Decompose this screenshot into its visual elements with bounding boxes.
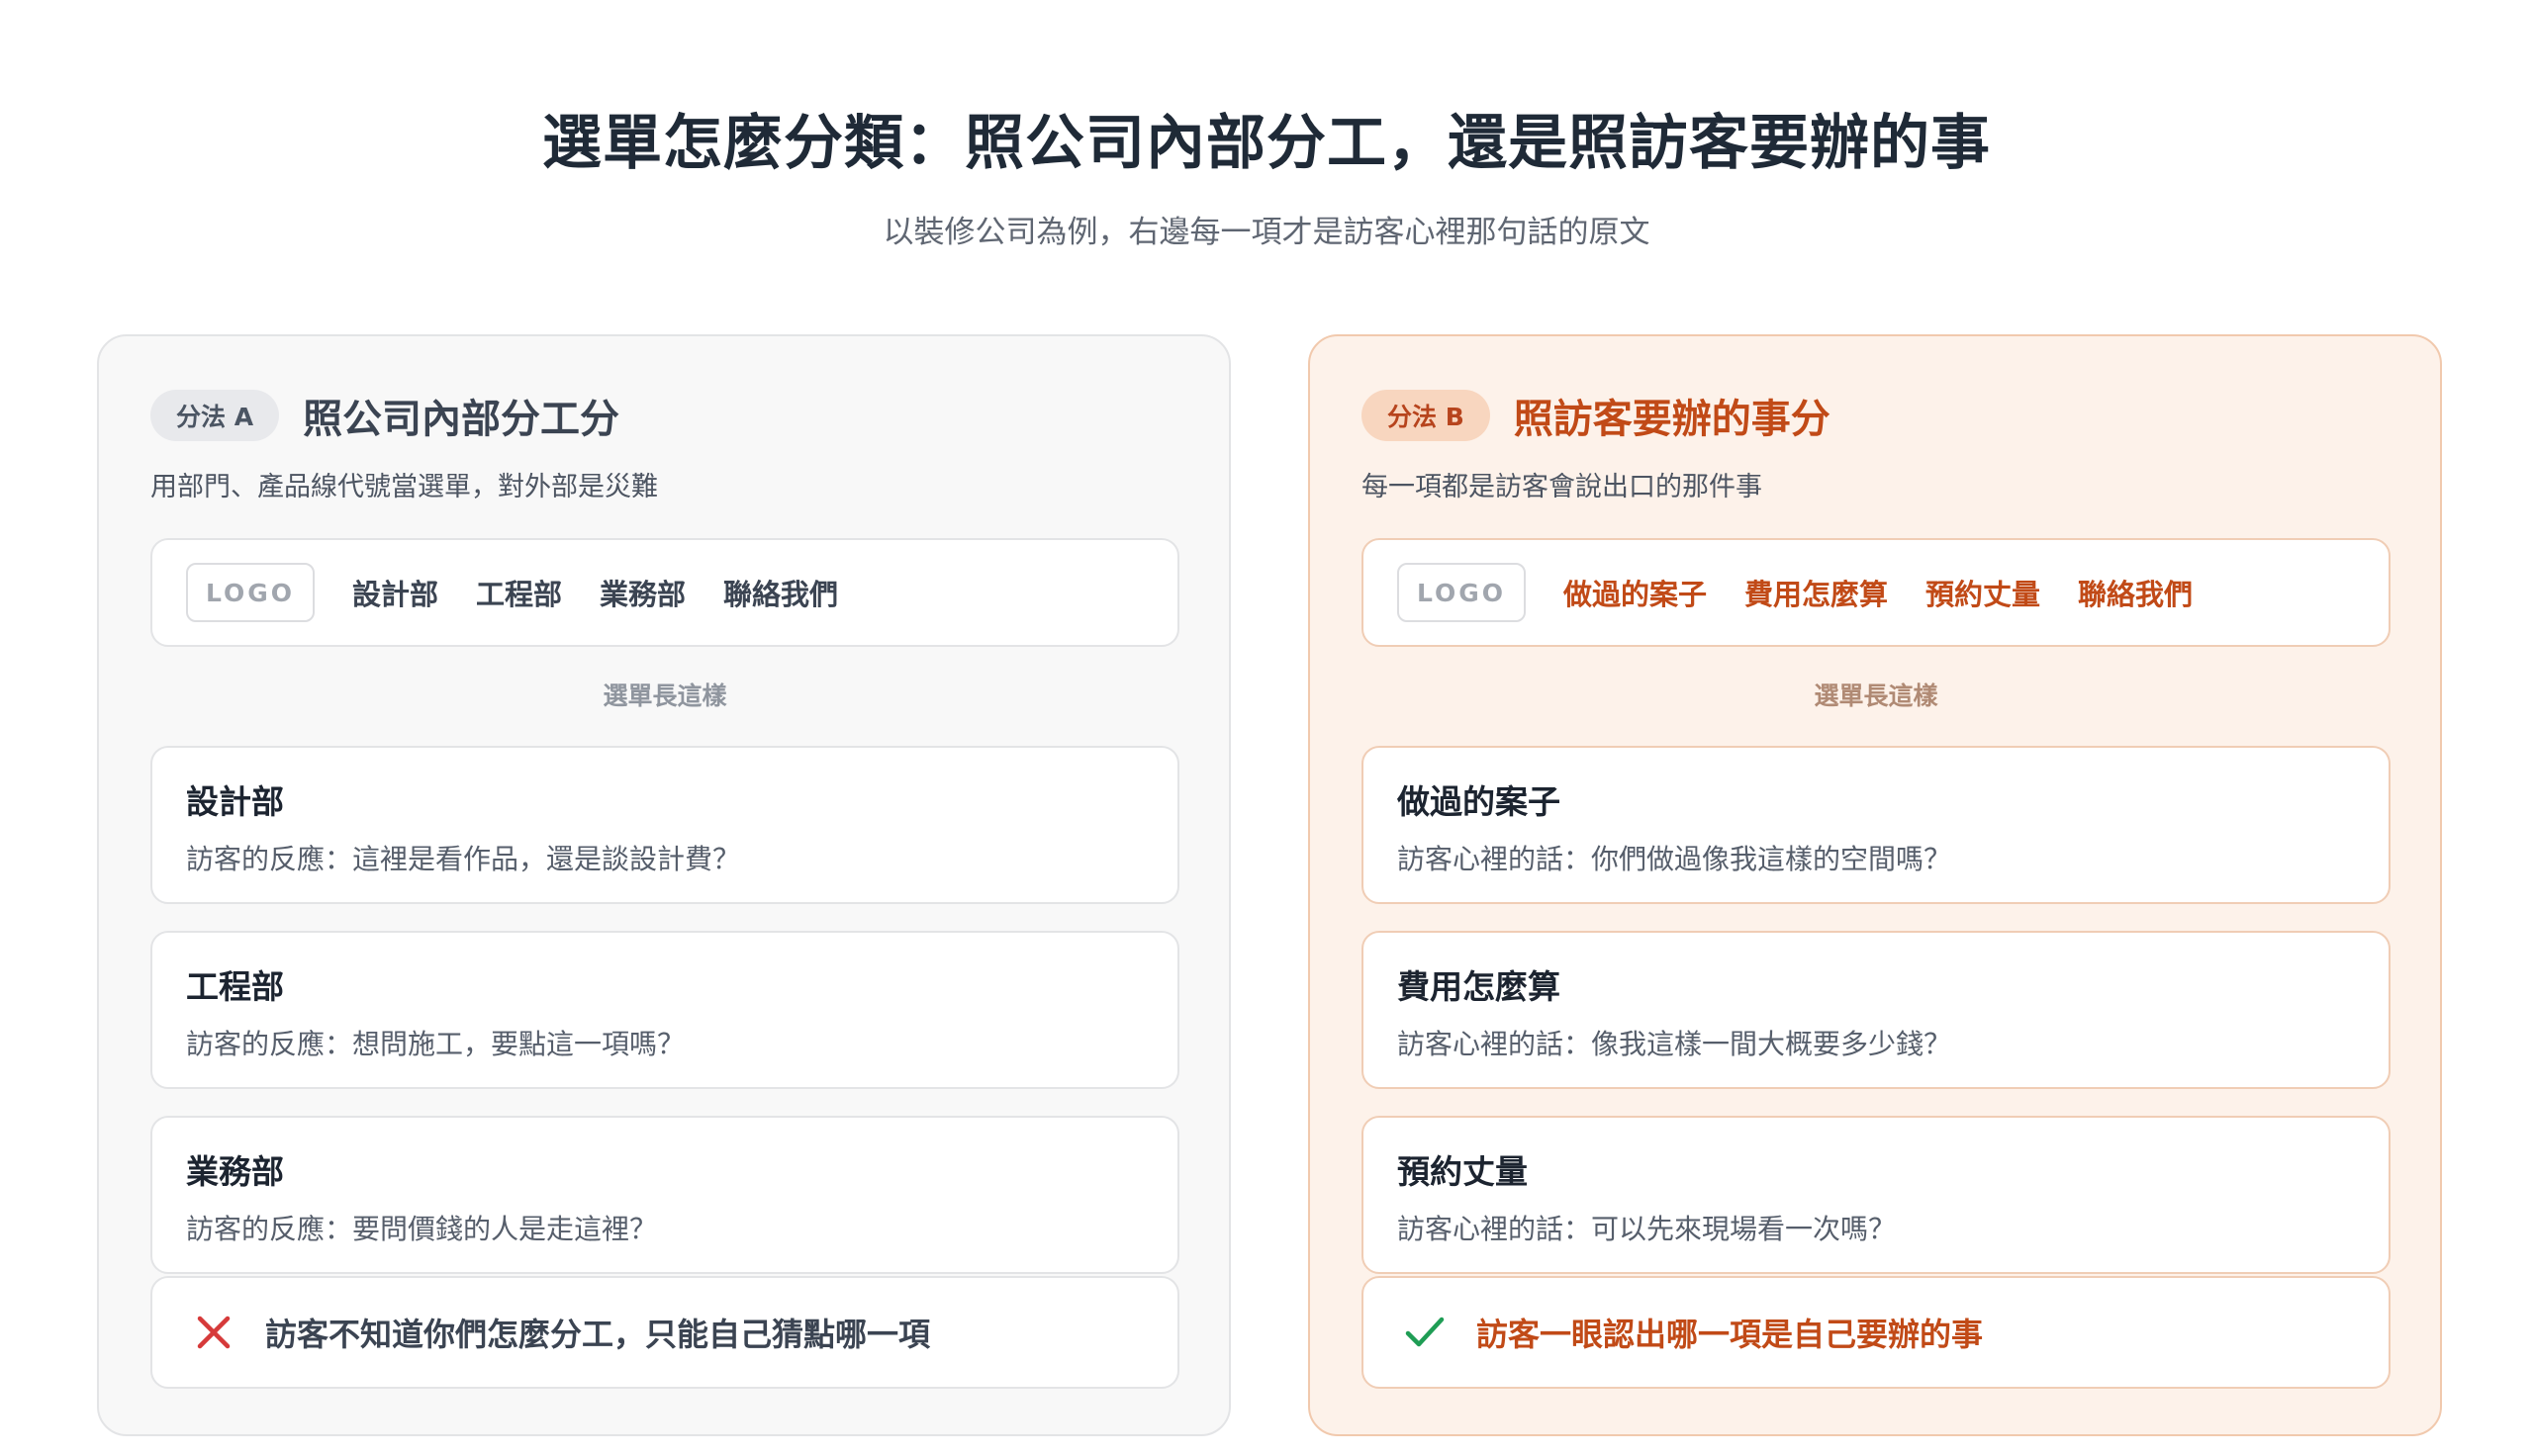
card-visitor-thought: 訪客心裡的話：可以先來現場看一次嗎？: [1397, 1213, 1897, 1245]
page-title: 選單怎麼分類：照公司內部分工，還是照訪客要辦的事: [542, 109, 1991, 178]
verdict-text: 訪客不知道你們怎麼分工，只能自己猜點哪一項: [265, 1316, 931, 1353]
logo-placeholder[interactable]: LOGO: [186, 563, 315, 622]
card-visitor-thought: 訪客心裡的話：像我這樣一間大概要多少錢？: [1397, 1028, 1952, 1060]
card-title: 費用怎麼算: [1397, 967, 1560, 1006]
logo-placeholder[interactable]: LOGO: [1397, 563, 1526, 622]
card-visitor-reaction: 訪客的反應：要問價錢的人是走這裡？: [186, 1213, 658, 1245]
card-visitor-thought: 訪客心裡的話：你們做過像我這樣的空間嗎？: [1397, 843, 1952, 875]
card-visitor-reaction: 訪客的反應：這裡是看作品，還是談設計費？: [186, 843, 741, 875]
method-badge: 分法 B: [1361, 390, 1490, 441]
panel-header: 分法 A 照公司內部分工分: [150, 388, 619, 443]
panel-description: 用部門、產品線代號當選單，對外部是災難: [150, 472, 658, 502]
panel-title: 照公司內部分工分: [303, 397, 620, 442]
card-title: 做過的案子: [1397, 782, 1560, 821]
panel-method-b: 分法 B 照訪客要辦的事分 每一項都是訪客會說出口的那件事 LOGO 做過的案子…: [1308, 334, 2442, 1436]
menu-preview: LOGO 做過的案子 費用怎麼算 預約丈量 聯絡我們: [1361, 538, 2391, 647]
menu-item-card: 設計部 訪客的反應：這裡是看作品，還是談設計費？: [150, 746, 1179, 904]
nav-item-contact[interactable]: 聯絡我們: [723, 572, 838, 613]
nav-item-sales[interactable]: 業務部: [600, 572, 686, 613]
verdict-text: 訪客一眼認出哪一項是自己要辦的事: [1476, 1316, 1984, 1353]
verdict-bad: 訪客不知道你們怎麼分工，只能自己猜點哪一項: [150, 1276, 1179, 1389]
verdict-good: 訪客一眼認出哪一項是自己要辦的事: [1361, 1276, 2391, 1389]
menu-caption: 選單長這樣: [1814, 682, 1938, 710]
nav-item-contact[interactable]: 聯絡我們: [2078, 572, 2193, 613]
menu-item-card: 費用怎麼算 訪客心裡的話：像我這樣一間大概要多少錢？: [1361, 931, 2391, 1089]
nav-item-engineering[interactable]: 工程部: [476, 572, 562, 613]
nav-item-past-projects[interactable]: 做過的案子: [1563, 572, 1707, 613]
card-title: 工程部: [186, 967, 284, 1006]
menu-caption: 選單長這樣: [603, 682, 727, 710]
menu-preview: LOGO 設計部 工程部 業務部 聯絡我們: [150, 538, 1179, 647]
panel-header: 分法 B 照訪客要辦的事分: [1361, 388, 1830, 443]
nav-item-design[interactable]: 設計部: [352, 572, 438, 613]
panel-description: 每一項都是訪客會說出口的那件事: [1361, 472, 1762, 502]
panel-method-a: 分法 A 照公司內部分工分 用部門、產品線代號當選單，對外部是災難 LOGO 設…: [97, 334, 1231, 1436]
page-subtitle: 以裝修公司為例，右邊每一項才是訪客心裡那句話的原文: [883, 215, 1650, 250]
cross-icon: [192, 1311, 235, 1354]
menu-item-card: 業務部 訪客的反應：要問價錢的人是走這裡？: [150, 1116, 1179, 1274]
card-title: 業務部: [186, 1152, 284, 1191]
menu-item-card: 做過的案子 訪客心裡的話：你們做過像我這樣的空間嗎？: [1361, 746, 2391, 904]
card-title: 預約丈量: [1397, 1152, 1528, 1191]
card-visitor-reaction: 訪客的反應：想問施工，要點這一項嗎？: [186, 1028, 686, 1060]
menu-item-card: 工程部 訪客的反應：想問施工，要點這一項嗎？: [150, 931, 1179, 1089]
method-badge: 分法 A: [150, 390, 280, 441]
nav-item-book-measurement[interactable]: 預約丈量: [1925, 572, 2040, 613]
card-title: 設計部: [186, 782, 284, 821]
nav-item-pricing[interactable]: 費用怎麼算: [1744, 572, 1888, 613]
check-icon: [1403, 1311, 1447, 1354]
panel-title: 照訪客要辦的事分: [1513, 397, 1830, 442]
page: 選單怎麼分類：照公司內部分工，還是照訪客要辦的事 以裝修公司為例，右邊每一項才是…: [0, 0, 2533, 1456]
menu-item-card: 預約丈量 訪客心裡的話：可以先來現場看一次嗎？: [1361, 1116, 2391, 1274]
